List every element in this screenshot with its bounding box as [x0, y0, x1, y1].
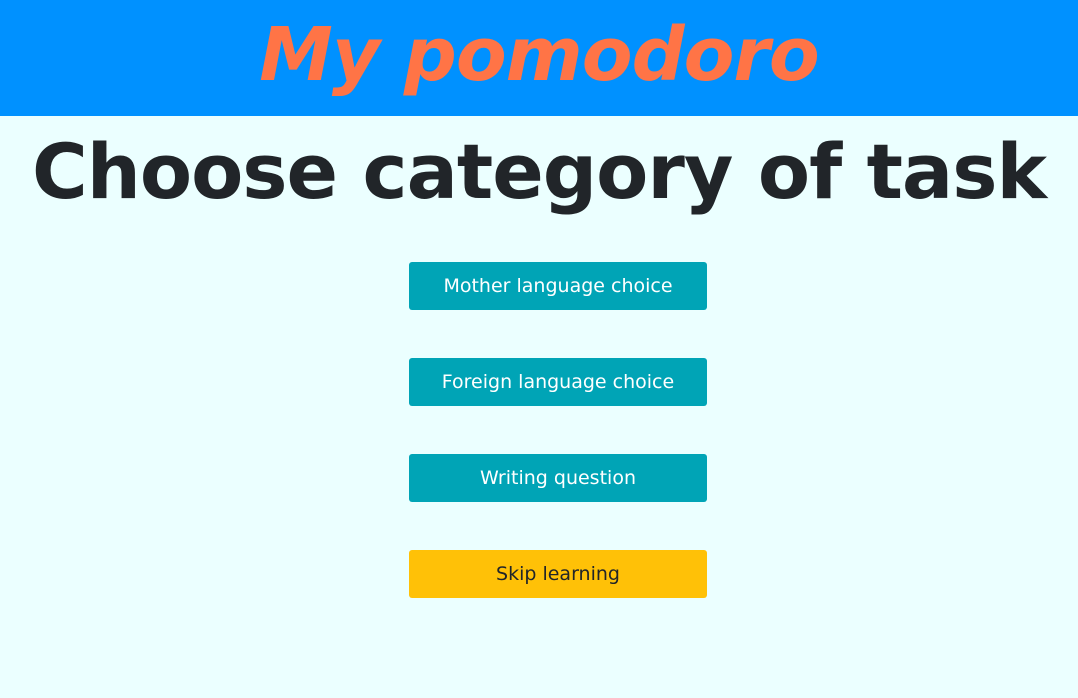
app-title: My pomodoro — [259, 12, 820, 98]
mother-language-choice-button[interactable]: Mother language choice — [409, 262, 707, 310]
page-heading: Choose category of task — [32, 127, 1047, 216]
skip-learning-button[interactable]: Skip learning — [409, 550, 707, 598]
foreign-language-choice-button[interactable]: Foreign language choice — [409, 358, 707, 406]
app-header: My pomodoro — [0, 0, 1078, 116]
writing-question-button[interactable]: Writing question — [409, 454, 707, 502]
